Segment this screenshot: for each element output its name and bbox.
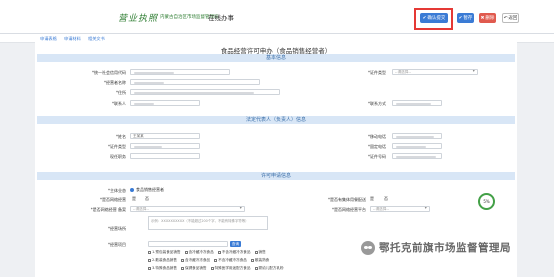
logo-calligraphy: 营业执照 [118, 13, 159, 24]
delete-icon: ✖ [480, 15, 485, 21]
back-arrow-icon: ↶ [503, 15, 508, 21]
chain-no-text: 否 [145, 196, 149, 201]
business-project-label: *经营项目 [108, 242, 126, 247]
save-label: 暂存 [463, 16, 473, 21]
progress-gauge: 5% [478, 193, 495, 210]
catering-radio-no[interactable]: 否 [384, 196, 388, 202]
catering-yes-text: 是 [370, 196, 374, 201]
operator-name-label: *经营者名称 [104, 80, 126, 85]
watermark: 鄂托克前旗市场监督管理局 [361, 240, 511, 255]
checkbox-bulk-cold[interactable]: 含冷藏冷冻食品 [181, 258, 210, 263]
chain-radio-no[interactable]: 否 [145, 196, 149, 202]
legal-phone-input[interactable] [392, 133, 442, 139]
section-legal-rep: 法定代表人（负责人）信息 [37, 116, 515, 124]
highlight-box [414, 8, 453, 30]
checkbox-infant-formula[interactable]: 婴幼儿配方乳粉 [254, 266, 284, 271]
checkbox-special[interactable]: 3.特殊食品销售 [148, 266, 177, 271]
wechat-icon [361, 240, 375, 255]
checkbox-bulk-nocold[interactable]: 不含冷藏冷冻食品 [214, 258, 247, 263]
page-heading: 在线办事 [208, 14, 234, 22]
contact-input[interactable] [130, 100, 200, 106]
business-premises-label: *经营场所 [108, 226, 126, 231]
network-record-label: *是否网络经营 备案 [90, 207, 126, 212]
checkbox-prepackaged-cold[interactable]: 含冷藏冷冻食品 [184, 250, 214, 255]
legal-position-label: 现任职务 [110, 154, 126, 159]
credit-code-label: *统一社会信用代码 [92, 70, 126, 75]
checkbox-row-bulk: 2.散装食品销售 含冷藏冷冻食品 不含冷藏冷冻食品 散装熟食 [148, 258, 269, 263]
catering-no-text: 否 [384, 196, 388, 201]
entity-type-label: *主体业态 [108, 188, 126, 193]
legal-id-number-label: *证件号码 [368, 154, 386, 159]
legal-id-number-input[interactable] [392, 153, 442, 159]
checkbox-prepackaged-nocold[interactable]: 不含冷藏冷冻食品 [217, 250, 251, 255]
legal-mobile-label: *固定电话 [368, 144, 386, 149]
checkbox-prepackaged[interactable]: 1.预包装食品销售 [148, 250, 181, 255]
certificate-type-label: *证件类型 [368, 70, 386, 75]
legal-position-input[interactable] [130, 153, 200, 159]
chain-radio-yes[interactable]: 是 [132, 196, 136, 202]
contact-phone-label: *联系方式 [368, 101, 386, 106]
residence-input[interactable] [130, 89, 280, 95]
checkbox-bulk[interactable]: 2.散装食品销售 [148, 258, 177, 263]
business-project-input[interactable] [148, 241, 228, 247]
legal-id-type-input[interactable] [130, 143, 200, 149]
checkbox-bulk-cooked[interactable]: 散装熟食 [250, 258, 269, 263]
legal-name-label: *姓名 [116, 134, 126, 139]
entity-type-option: 食品销售经营者 [136, 187, 164, 192]
save-button[interactable]: ✔ 暂存 [457, 13, 474, 23]
contact-label: *联系人 [112, 101, 126, 106]
checkbox-row-special: 3.特殊食品销售 保健食品销售 特殊医学用途配方食品 婴幼儿配方乳粉 [148, 266, 284, 271]
catering-label: *是否有集体用餐配送 [328, 197, 366, 202]
network-platform-label: *是否网络经营平台 [332, 207, 366, 212]
delete-label: 删除 [485, 16, 495, 21]
back-button[interactable]: ↶ 返回 [502, 13, 519, 23]
network-platform-select[interactable]: --请选择-- [370, 206, 430, 212]
business-scope-textarea[interactable]: 示例：XXXXXXXXXX（不能超过200个字，不能有特殊字符等） [148, 216, 268, 230]
chain-label: *是否网络经营 [100, 197, 126, 202]
logo: 营业执照 内蒙古自治区市场监督管理局 [118, 9, 219, 25]
legal-name-input[interactable]: 王某某 [130, 133, 200, 139]
legal-id-type-label: *证件类型 [108, 144, 126, 149]
checkbox-row-prepackaged: 1.预包装食品销售 含冷藏冷冻食品 不含冷藏冷冻食品 销售 [148, 250, 266, 255]
certificate-type-select[interactable]: --请选择-- [392, 69, 478, 75]
query-button[interactable]: 查询 [230, 241, 241, 247]
watermark-text: 鄂托克前旗市场监督管理局 [379, 242, 511, 254]
checkbox-prepackaged-sale[interactable]: 销售 [254, 250, 266, 255]
legal-phone-label: *移动电话 [368, 134, 386, 139]
catering-radio-yes[interactable]: 是 [370, 196, 374, 202]
back-label: 返回 [508, 16, 518, 21]
legal-mobile-input[interactable] [392, 143, 442, 149]
credit-code-input[interactable] [130, 69, 230, 75]
network-record-select[interactable]: --请选择-- [130, 206, 245, 212]
chain-yes-text: 是 [132, 196, 136, 201]
top-bar: 营业执照 内蒙古自治区市场监督管理局 在线办事 ✔ 确认提交 ✔ 暂存 ✖ 删除… [0, 0, 554, 34]
app-window: 营业执照 内蒙古自治区市场监督管理局 在线办事 ✔ 确认提交 ✔ 暂存 ✖ 删除… [0, 0, 554, 277]
section-basic-info: 基本信息 [37, 54, 515, 62]
entity-type-radio[interactable]: 食品销售经营者 [130, 187, 164, 193]
radio-selected-icon [130, 188, 134, 192]
section-license-info: 许可申请信息 [37, 172, 515, 180]
residence-label: *住所 [116, 90, 126, 95]
save-icon: ✔ [458, 15, 463, 21]
delete-button[interactable]: ✖ 删除 [479, 13, 496, 23]
contact-phone-input[interactable] [392, 100, 442, 106]
operator-name-input[interactable] [130, 79, 260, 85]
checkbox-health-food[interactable]: 保健食品销售 [181, 266, 207, 271]
checkbox-medical-formula[interactable]: 特殊医学用途配方食品 [210, 266, 251, 271]
